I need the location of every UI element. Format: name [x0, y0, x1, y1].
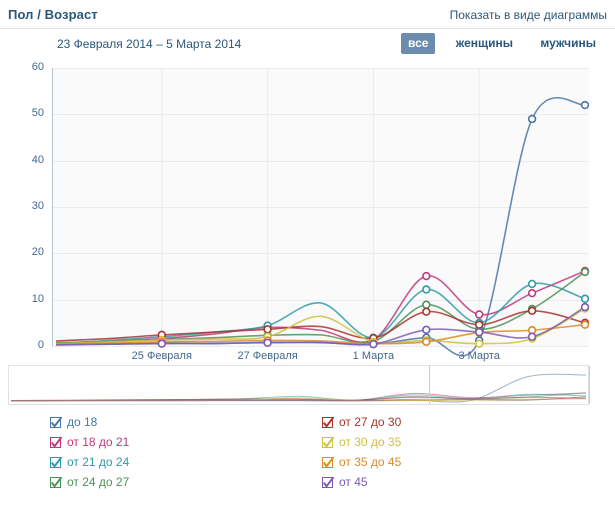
legend-item-label: от 30 до 35	[339, 435, 402, 449]
chart-series-layer	[55, 68, 590, 357]
series-point-marker[interactable]	[527, 332, 537, 341]
series-point-marker[interactable]	[422, 285, 431, 294]
legend-item[interactable]: от 18 до 21	[50, 432, 290, 452]
legend-item[interactable]: от 27 до 30	[322, 412, 562, 432]
series-point-marker[interactable]	[580, 320, 590, 329]
legend-item-label: от 24 до 27	[67, 475, 130, 489]
legend-item-label: от 27 до 30	[339, 415, 402, 429]
chart-legend: до 18 от 18 до 21 от 21 до 24 от 24 до 27 о…	[50, 412, 590, 500]
legend-item-label: от 21 до 24	[67, 455, 130, 469]
series-point-marker[interactable]	[157, 339, 167, 348]
series-point-marker[interactable]	[422, 300, 431, 309]
gender-filter-group: все женщины мужчины	[391, 33, 603, 54]
checkbox-icon[interactable]	[322, 436, 334, 448]
series-point-marker[interactable]	[527, 114, 537, 124]
chart-toolbar: 23 Февраля 2014 – 5 Марта 2014 все женщи…	[0, 29, 615, 58]
legend-item[interactable]: от 24 до 27	[50, 472, 290, 492]
checkbox-icon[interactable]	[50, 436, 62, 448]
series-point-marker[interactable]	[580, 294, 590, 303]
legend-item[interactable]: до 18	[50, 412, 290, 432]
gender-age-widget: Пол / Возраст Показать в виде диаграммы …	[0, 0, 615, 506]
legend-item-label: от 18 до 21	[67, 435, 130, 449]
series-point-marker[interactable]	[580, 302, 590, 312]
legend-column-left: до 18 от 18 до 21 от 21 до 24 от 24 до 27	[50, 412, 290, 492]
checkbox-icon[interactable]	[322, 456, 334, 468]
series-point-marker[interactable]	[475, 320, 484, 329]
series-point-marker[interactable]	[475, 327, 484, 337]
range-selector[interactable]	[8, 365, 590, 405]
date-range-label: 23 Февраля 2014 – 5 Марта 2014	[57, 37, 242, 51]
series-point-marker[interactable]	[422, 325, 431, 334]
legend-item[interactable]: от 30 до 35	[322, 432, 562, 452]
legend-item[interactable]: от 45	[322, 472, 562, 492]
series-point-marker[interactable]	[580, 100, 590, 110]
series-point-marker[interactable]	[527, 288, 537, 298]
x-axis-tick-label: 1 Марта	[352, 350, 395, 362]
legend-item-label: от 35 до 45	[339, 455, 402, 469]
page-title: Пол / Возраст	[8, 7, 98, 22]
series-point-marker[interactable]	[422, 271, 431, 281]
checkbox-icon[interactable]	[322, 416, 334, 428]
series-point-marker[interactable]	[422, 307, 431, 316]
series-point-marker[interactable]	[422, 337, 431, 347]
legend-item-label: от 45	[339, 475, 368, 489]
checkbox-icon[interactable]	[50, 416, 62, 428]
series-point-marker[interactable]	[527, 279, 537, 289]
filter-all[interactable]: все	[401, 33, 436, 54]
line-chart[interactable]: 0 10 20 30 40 50 60 25 Февраля 27 Февраля 1 Март…	[8, 60, 607, 400]
series-point-marker[interactable]	[527, 306, 537, 315]
legend-item[interactable]: от 21 до 24	[50, 452, 290, 472]
legend-item[interactable]: от 35 до 45	[322, 452, 562, 472]
series-point-marker[interactable]	[580, 267, 590, 277]
range-selection-window[interactable]	[428, 366, 590, 404]
series-point-marker[interactable]	[475, 310, 484, 319]
series-point-marker[interactable]	[475, 339, 484, 348]
filter-women[interactable]: женщины	[449, 33, 520, 54]
x-axis-tick-label: 25 Февраля	[131, 350, 192, 362]
widget-header: Пол / Возраст Показать в виде диаграммы	[0, 0, 615, 29]
x-axis-tick-label: 3 Марта	[458, 350, 500, 362]
series-point-marker[interactable]	[263, 338, 272, 347]
checkbox-icon[interactable]	[322, 476, 334, 488]
legend-column-right: от 27 до 30 от 30 до 35 от 35 до 45 от 45	[322, 412, 562, 492]
series-point-marker[interactable]	[369, 339, 378, 349]
x-axis-tick-label: 27 Февраля	[237, 350, 298, 362]
series-point-marker[interactable]	[263, 325, 272, 334]
series-line	[55, 270, 586, 345]
checkbox-icon[interactable]	[50, 476, 62, 488]
checkbox-icon[interactable]	[50, 456, 62, 468]
filter-men[interactable]: мужчины	[533, 33, 603, 54]
show-as-diagram-link[interactable]: Показать в виде диаграммы	[450, 8, 607, 22]
legend-item-label: до 18	[67, 415, 98, 429]
